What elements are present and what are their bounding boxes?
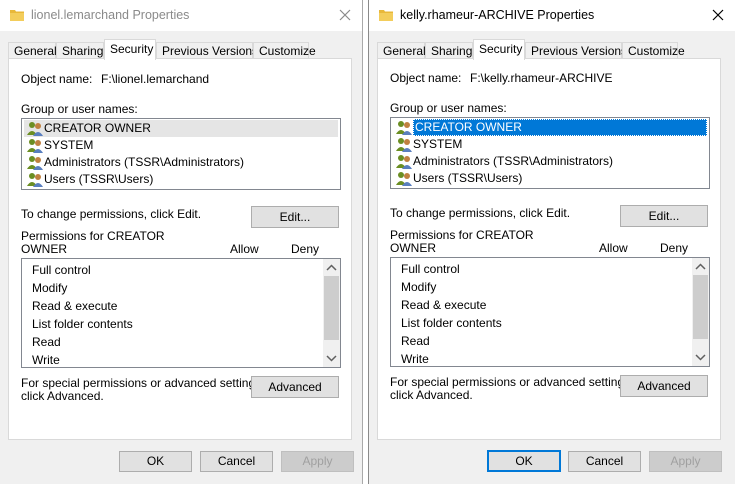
window-title: lionel.lemarchand Properties [31, 8, 190, 22]
special-permissions-text-2: click Advanced. [21, 389, 104, 403]
permission-read: Read [32, 335, 61, 349]
user-item-label: Administrators (TSSR\Administrators) [413, 154, 614, 168]
special-permissions-text: For special permissions or advanced sett… [21, 376, 265, 390]
security-panel: Object name: F:\lionel.lemarchand Group … [8, 58, 352, 440]
ok-button[interactable]: OK [487, 450, 561, 472]
object-name-value: F:\kelly.rhameur-ARCHIVE [470, 71, 613, 85]
user-group-icon [396, 121, 412, 135]
folder-icon [379, 10, 393, 21]
user-group-icon [396, 138, 412, 152]
user-item-creator-owner[interactable]: CREATOR OWNER [24, 120, 338, 137]
user-item-label: Users (TSSR\Users) [44, 172, 154, 186]
permission-write: Write [401, 352, 429, 366]
close-icon[interactable] [710, 7, 726, 23]
permission-modify: Modify [401, 280, 437, 294]
user-group-icon [27, 122, 43, 136]
object-name-label: Object name: [21, 72, 93, 86]
permission-write: Write [32, 353, 60, 367]
permission-read-execute: Read & execute [401, 298, 487, 312]
user-item-system[interactable]: SYSTEM [393, 136, 707, 153]
user-item-label: SYSTEM [413, 137, 463, 151]
permission-full-control: Full control [401, 262, 460, 276]
permissions-for-principal: OWNER [390, 241, 436, 255]
tab-security[interactable]: Security [473, 39, 525, 60]
permissions-list[interactable]: Full control Modify Read & execute List … [390, 257, 710, 367]
title-bar[interactable]: lionel.lemarchand Properties [0, 0, 362, 31]
properties-window-left: lionel.lemarchand Properties General Sha… [0, 0, 363, 484]
object-name-label: Object name: [390, 71, 462, 85]
permission-list-folder-contents: List folder contents [401, 316, 502, 330]
permissions-for-principal: OWNER [21, 242, 67, 256]
object-name-value: F:\lionel.lemarchand [101, 72, 210, 86]
security-panel: Object name: F:\kelly.rhameur-ARCHIVE Gr… [377, 58, 721, 440]
deny-column-header: Deny [660, 241, 689, 255]
scroll-down-icon[interactable] [692, 349, 709, 366]
apply-button[interactable]: Apply [649, 451, 722, 472]
scroll-thumb[interactable] [324, 276, 339, 340]
allow-column-header: Allow [230, 242, 259, 256]
apply-button[interactable]: Apply [281, 451, 354, 472]
deny-column-header: Deny [291, 242, 320, 256]
ok-button[interactable]: OK [119, 451, 192, 472]
user-item-administrators[interactable]: Administrators (TSSR\Administrators) [393, 153, 707, 170]
allow-column-header: Allow [599, 241, 628, 255]
user-item-administrators[interactable]: Administrators (TSSR\Administrators) [24, 154, 338, 171]
permission-modify: Modify [32, 281, 68, 295]
scroll-up-icon[interactable] [323, 259, 340, 276]
cancel-button[interactable]: Cancel [200, 451, 273, 472]
user-item-label: Users (TSSR\Users) [413, 171, 523, 185]
change-permissions-text: To change permissions, click Edit. [390, 206, 571, 220]
permissions-list[interactable]: Full control Modify Read & execute List … [21, 258, 341, 368]
user-item-creator-owner[interactable]: CREATOR OWNER [393, 119, 707, 136]
group-names-label: Group or user names: [390, 101, 507, 115]
folder-icon [10, 10, 24, 21]
user-item-users[interactable]: Users (TSSR\Users) [393, 170, 707, 187]
edit-button[interactable]: Edit... [620, 205, 708, 227]
user-item-label: CREATOR OWNER [44, 121, 151, 135]
close-icon[interactable] [337, 7, 353, 23]
user-list[interactable]: CREATOR OWNER SYSTEM Administrators (TSS… [21, 118, 341, 190]
permission-full-control: Full control [32, 263, 91, 277]
special-permissions-text: For special permissions or advanced sett… [390, 375, 634, 389]
vertical-scrollbar[interactable] [323, 259, 340, 367]
user-group-icon [27, 173, 43, 187]
user-item-system[interactable]: SYSTEM [24, 137, 338, 154]
title-bar[interactable]: kelly.rhameur-ARCHIVE Properties [369, 0, 735, 31]
permission-list-folder-contents: List folder contents [32, 317, 133, 331]
permission-read: Read [401, 334, 430, 348]
window-title: kelly.rhameur-ARCHIVE Properties [400, 8, 595, 22]
permissions-for-label: Permissions for CREATOR [21, 229, 165, 243]
user-item-users[interactable]: Users (TSSR\Users) [24, 171, 338, 188]
tab-security[interactable]: Security [104, 39, 156, 60]
permission-read-execute: Read & execute [32, 299, 118, 313]
special-permissions-text-2: click Advanced. [390, 388, 473, 402]
change-permissions-text: To change permissions, click Edit. [21, 207, 202, 221]
advanced-button[interactable]: Advanced [251, 376, 339, 398]
user-list[interactable]: CREATOR OWNER SYSTEM Administrators (TSS… [390, 117, 710, 189]
edit-button[interactable]: Edit... [251, 206, 339, 228]
scroll-down-icon[interactable] [323, 350, 340, 367]
cancel-button[interactable]: Cancel [568, 451, 641, 472]
group-names-label: Group or user names: [21, 102, 138, 116]
user-group-icon [396, 155, 412, 169]
scroll-up-icon[interactable] [692, 258, 709, 275]
permissions-for-label: Permissions for CREATOR [390, 228, 534, 242]
advanced-button[interactable]: Advanced [620, 375, 708, 397]
user-group-icon [27, 139, 43, 153]
user-item-label: CREATOR OWNER [413, 119, 707, 136]
properties-window-right: kelly.rhameur-ARCHIVE Properties General… [368, 0, 735, 484]
user-item-label: SYSTEM [44, 138, 94, 152]
user-group-icon [27, 156, 43, 170]
scroll-thumb[interactable] [693, 275, 708, 339]
user-item-label: Administrators (TSSR\Administrators) [44, 155, 245, 169]
user-group-icon [396, 172, 412, 186]
vertical-scrollbar[interactable] [692, 258, 709, 366]
